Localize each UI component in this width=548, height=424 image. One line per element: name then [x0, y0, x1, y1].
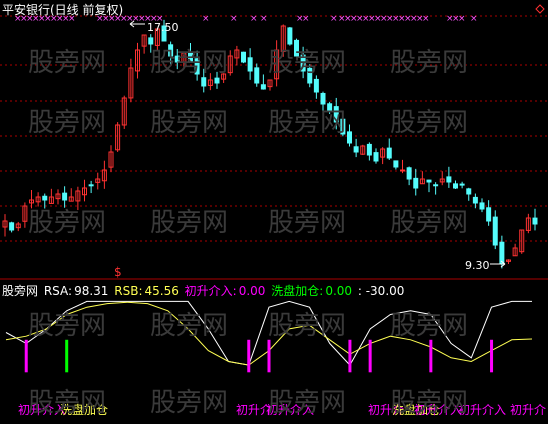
watermark: 股旁网: [28, 311, 107, 341]
candle-body: [400, 169, 405, 172]
watermark: 股旁网: [268, 108, 347, 138]
marker-x: ×: [458, 14, 466, 24]
rsa-value: 98.31: [74, 284, 109, 298]
candle-body: [453, 183, 458, 189]
candle-body: [532, 217, 538, 225]
watermark: 股旁网: [268, 311, 347, 341]
candle-body: [62, 192, 68, 201]
candle-body: [446, 176, 452, 183]
watermark: 股旁网: [150, 108, 229, 138]
chart-title: 平安银行(日线 前复权): [2, 3, 124, 17]
rsb-label: RSB:: [114, 284, 143, 298]
extra-value: : -30.00: [357, 284, 405, 298]
rsb-value: 45.56: [144, 284, 179, 298]
watermark: 股旁网: [268, 48, 347, 78]
chusheng-label: 初升介入:: [184, 284, 237, 298]
indicator-legend: 股旁网 RSA: 98.31 RSB: 45.56 初升介入: 0.00 洗盘加仓: 0…: [2, 282, 406, 298]
watermark: 股旁网: [390, 108, 469, 138]
candle-body: [393, 160, 399, 168]
marker-x: ×: [330, 14, 338, 24]
high-price-label: 17.50: [147, 21, 179, 34]
marker-x: ×: [202, 14, 210, 24]
marker-x: ×: [470, 14, 478, 24]
candle-body: [492, 216, 498, 246]
watermark: 股旁网: [28, 48, 107, 78]
candle-body: [241, 51, 246, 63]
marker-x: ×: [260, 14, 268, 24]
watermark: 股旁网: [268, 208, 347, 238]
watermark: 股旁网: [28, 208, 107, 238]
low-arrow: [490, 260, 506, 268]
marker-x: ×: [302, 14, 310, 24]
candle-body: [466, 188, 472, 195]
candle-body: [499, 241, 505, 264]
indicator-name: 股旁网: [2, 284, 39, 298]
watermark: 股旁网: [390, 388, 469, 418]
candle-body: [386, 147, 392, 159]
watermark: 股旁网: [390, 208, 469, 238]
candle-body: [254, 67, 260, 84]
candle-body: [347, 131, 352, 144]
top-right-diamond: [535, 4, 545, 14]
candle-body: [413, 177, 419, 189]
candle-body: [9, 222, 15, 231]
candle-body: [366, 143, 372, 156]
marker-x: ×: [250, 14, 258, 24]
candle-body: [479, 202, 485, 210]
candle-body: [472, 196, 478, 204]
chusheng-value: 0.00: [238, 284, 266, 298]
low-price-label: 9.30: [465, 259, 490, 272]
candle-body: [260, 84, 266, 90]
watermark: 股旁网: [390, 311, 469, 341]
candle-body: [88, 184, 94, 187]
signal-label: 初升介: [510, 403, 546, 417]
watermark: 股旁网: [150, 48, 229, 78]
xipan-value: 0.00: [325, 284, 353, 298]
watermark: 股旁网: [28, 108, 107, 138]
candle-body: [313, 78, 319, 93]
watermark: 股旁网: [28, 388, 107, 418]
candle-body: [247, 57, 253, 72]
candle-body: [353, 146, 359, 153]
marker-x: ×: [230, 14, 238, 24]
candle-body: [373, 152, 379, 162]
watermark: 股旁网: [390, 48, 469, 78]
candle-body: [406, 167, 412, 180]
candle-body: [459, 183, 465, 186]
candle-body: [426, 179, 432, 183]
candle-body: [433, 184, 439, 187]
watermark: 股旁网: [150, 208, 229, 238]
candle-body: [486, 207, 492, 222]
xipan-label: 洗盘加仓:: [271, 284, 324, 298]
rsa-label: RSA:: [43, 284, 73, 298]
marker-x: ×: [422, 14, 430, 24]
watermark: 股旁网: [150, 311, 229, 341]
watermark: 股旁网: [150, 388, 229, 418]
candle-body: [42, 195, 48, 201]
watermark: 股旁网: [268, 388, 347, 418]
signal-mark: $: [114, 265, 122, 279]
